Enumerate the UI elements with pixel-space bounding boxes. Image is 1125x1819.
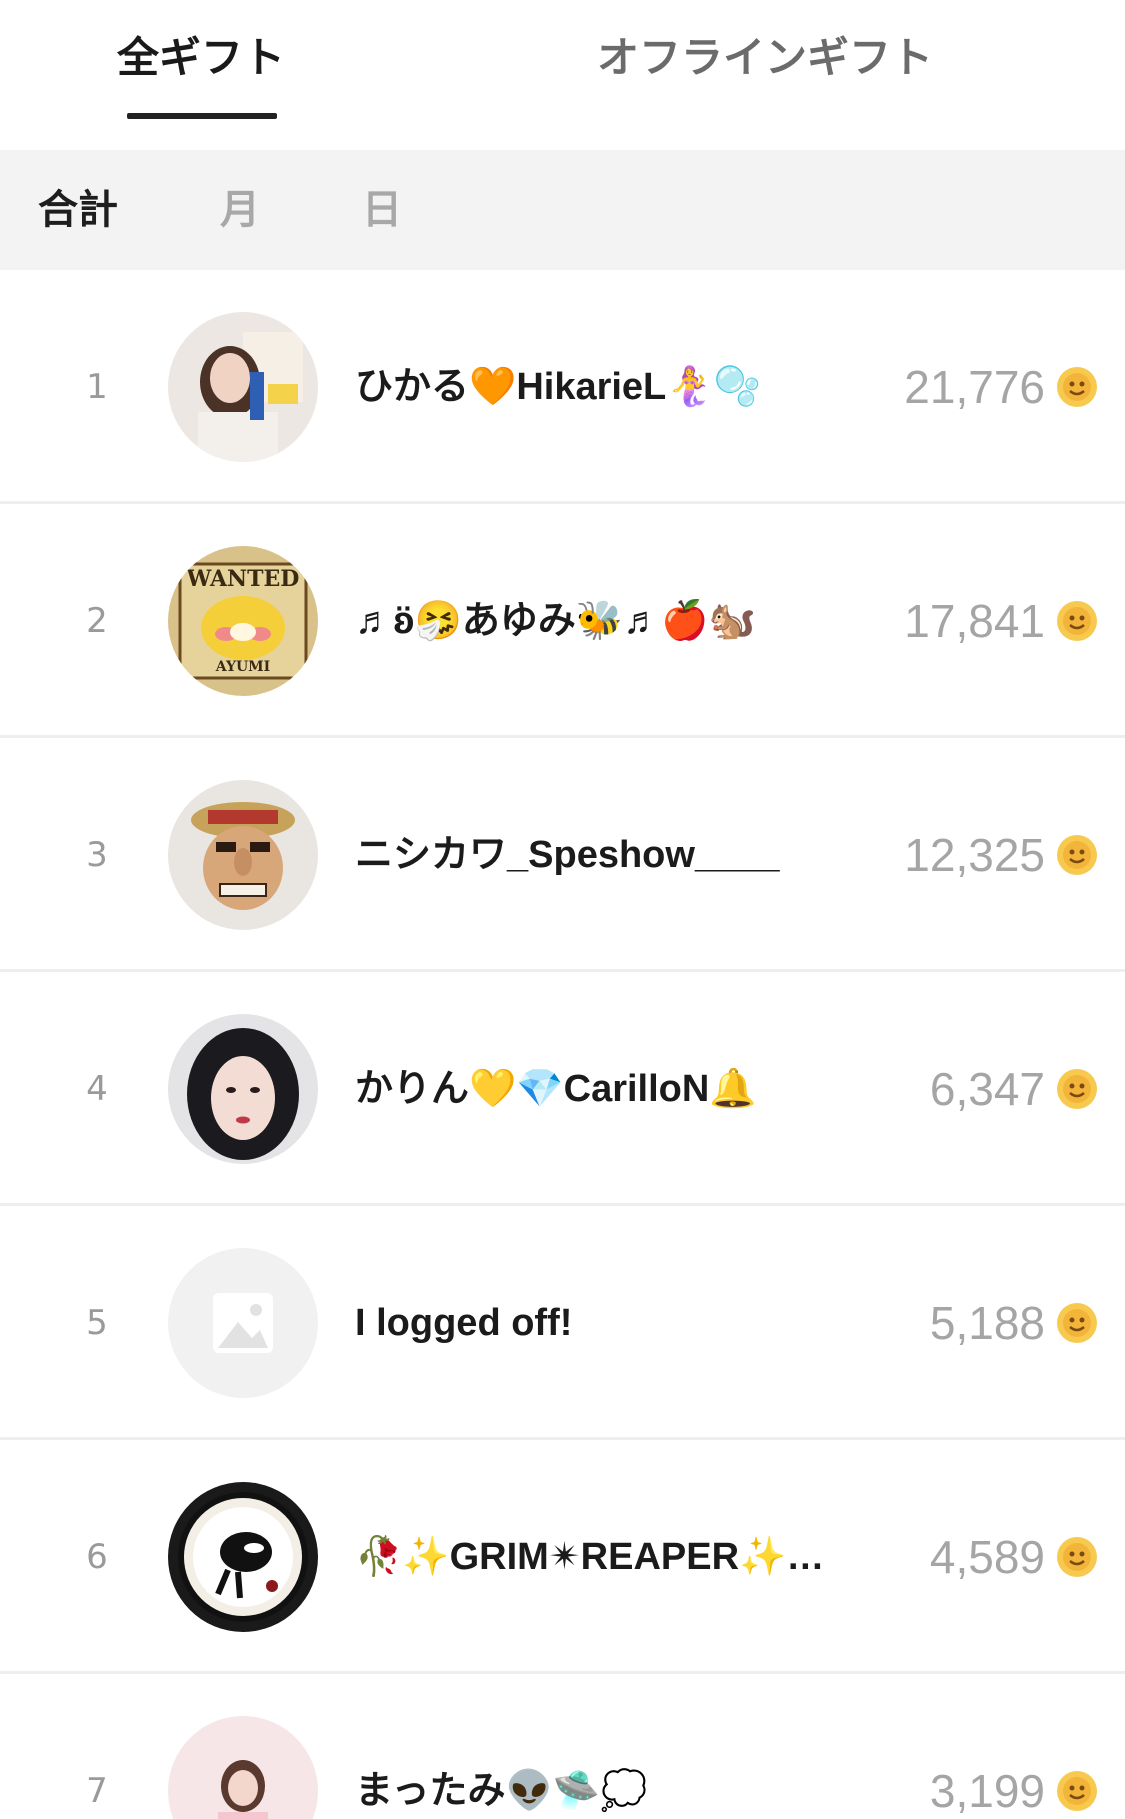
avatar[interactable] xyxy=(168,1716,318,1819)
avatar[interactable] xyxy=(168,780,318,930)
rank-number: 1 xyxy=(86,367,108,407)
ranking-row[interactable]: 7 まったみ👽🛸💭 3,199 xyxy=(0,1674,1125,1819)
user-name[interactable]: ♬ʚ̈🤧あゆみ🐝♬🍎🐿️ xyxy=(355,591,865,651)
ranking-row[interactable]: 4 かりん💛💎CarilloN🔔 6,347 xyxy=(0,972,1125,1206)
gift-ranking-list: 1 ひかる🧡HikarieL🧜‍♀️🫧 21,776 2 WANTED AYUMI… xyxy=(0,270,1125,1819)
coin-icon xyxy=(1055,1301,1099,1345)
avatar[interactable] xyxy=(168,312,318,462)
avatar[interactable] xyxy=(168,1014,318,1164)
ranking-row[interactable]: 2 WANTED AYUMI ♬ʚ̈🤧あゆみ🐝♬🍎🐿️ 17,841 xyxy=(0,504,1125,738)
rank-number: 6 xyxy=(86,1537,108,1577)
gift-count: 17,841 xyxy=(904,595,1045,647)
svg-text:AYUMI: AYUMI xyxy=(215,659,270,675)
svg-text:WANTED: WANTED xyxy=(186,566,300,592)
gift-count: 5,188 xyxy=(929,1297,1045,1349)
ranking-row[interactable]: 5 I logged off! 5,188 xyxy=(0,1206,1125,1440)
period-filter-bar: 合計 月 日 xyxy=(0,150,1125,270)
gift-count: 12,325 xyxy=(904,829,1045,881)
user-name[interactable]: ニシカワ_Speshow____ xyxy=(355,825,865,885)
coin-icon xyxy=(1055,1769,1099,1813)
gift-count: 4,589 xyxy=(929,1531,1045,1583)
active-tab-indicator xyxy=(127,113,277,119)
rank-number: 4 xyxy=(86,1069,108,1109)
user-name[interactable]: ひかる🧡HikarieL🧜‍♀️🫧 xyxy=(355,357,865,417)
gift-count: 21,776 xyxy=(904,361,1045,413)
rank-number: 3 xyxy=(86,835,108,875)
avatar[interactable] xyxy=(168,1482,318,1632)
user-name[interactable]: 🥀✨GRIM✴︎REAPER✨… xyxy=(355,1527,865,1587)
ranking-row[interactable]: 1 ひかる🧡HikarieL🧜‍♀️🫧 21,776 xyxy=(0,270,1125,504)
coin-icon xyxy=(1055,1535,1099,1579)
tab-all-gifts[interactable]: 全ギフト xyxy=(96,28,306,88)
placeholder-image-icon[interactable] xyxy=(168,1248,318,1398)
rank-number: 5 xyxy=(86,1303,108,1343)
period-day[interactable]: 日 xyxy=(362,180,402,240)
rank-number: 2 xyxy=(86,601,108,641)
user-name[interactable]: I logged off! xyxy=(355,1293,865,1353)
coin-icon xyxy=(1055,1067,1099,1111)
user-name[interactable]: かりん💛💎CarilloN🔔 xyxy=(355,1059,865,1119)
gift-count: 3,199 xyxy=(929,1765,1045,1817)
gift-tab-bar: 全ギフト オフラインギフト xyxy=(0,0,1125,150)
coin-icon xyxy=(1055,833,1099,877)
avatar[interactable]: WANTED AYUMI xyxy=(168,546,318,696)
coin-icon xyxy=(1055,599,1099,643)
period-total[interactable]: 合計 xyxy=(38,180,118,240)
gift-count: 6,347 xyxy=(929,1063,1045,1115)
ranking-row[interactable]: 3 ニシカワ_Speshow____ 12,325 xyxy=(0,738,1125,972)
tab-offline-gifts[interactable]: オフラインギフト xyxy=(560,28,970,88)
rank-number: 7 xyxy=(86,1771,108,1811)
coin-icon xyxy=(1055,365,1099,409)
period-month[interactable]: 月 xyxy=(220,180,260,240)
ranking-row[interactable]: 6 🥀✨GRIM✴︎REAPER✨… 4,589 xyxy=(0,1440,1125,1674)
user-name[interactable]: まったみ👽🛸💭 xyxy=(355,1761,865,1819)
